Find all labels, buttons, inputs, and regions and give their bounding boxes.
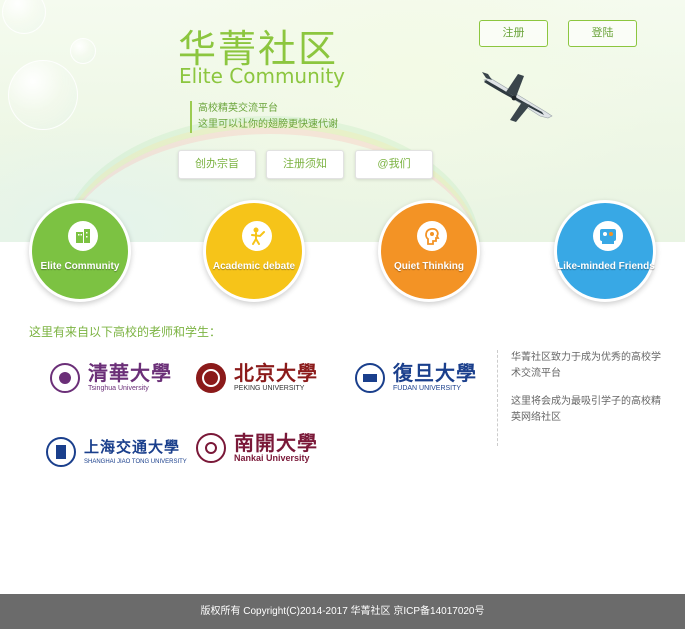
side-text-line: 这里将会成为最吸引学子的高校精英网络社区 [511, 396, 661, 423]
register-button[interactable]: 注册 [479, 20, 548, 47]
bubble-decoration [70, 38, 96, 64]
school-name-en: PEKING UNIVERSITY [234, 385, 305, 392]
school-name-cn: 上海交通大學 [84, 438, 181, 456]
school-name-en: FUDAN UNIVERSITY [393, 385, 462, 392]
schools-title: 这里有来自以下高校的老师和学生： [29, 325, 222, 339]
thinking-head-icon [417, 221, 447, 251]
sjtu-seal-icon [46, 436, 76, 467]
airplane-icon [482, 72, 553, 122]
login-button[interactable]: 登陆 [568, 20, 637, 47]
feature-elite-community[interactable]: Elite Community [29, 200, 131, 302]
side-description: 华菁社区致力于成为优秀的高校学术交流平台 这里将会成为最吸引学子的高校精英网络社… [497, 350, 662, 446]
nav-button-register-notice[interactable]: 注册须知 [266, 150, 344, 179]
bubble-decoration [2, 0, 46, 34]
bubble-decoration [8, 60, 78, 130]
feature-like-minded-friends[interactable]: Like-minded Friends [554, 200, 656, 302]
footer-copyright: 版权所有 Copyright(C)2014-2017 华菁社区 京ICP备140… [0, 594, 685, 629]
school-logo-sjtu[interactable]: 上海交通大學 SHANGHAI JIAO TONG UNIVERSITY [46, 436, 187, 467]
community-building-icon [68, 221, 98, 251]
school-name-cn: 南開大學 [234, 431, 318, 455]
tagline-line: 这里可以让你的翅膀更快速代谢 [198, 119, 338, 130]
school-name-cn: 清華大學 [88, 361, 172, 385]
school-name-en: Tsinghua University [88, 385, 149, 392]
school-logo-fudan[interactable]: 復旦大學 FUDAN UNIVERSITY [355, 362, 477, 393]
school-name-en: SHANGHAI JIAO TONG UNIVERSITY [84, 459, 187, 465]
school-name-cn: 北京大學 [234, 361, 318, 385]
tsinghua-seal-icon [50, 362, 80, 393]
peking-seal-icon [196, 362, 226, 393]
feature-label: Quiet Thinking [394, 261, 464, 272]
nav-button-contact[interactable]: @我们 [355, 150, 433, 179]
school-name-cn: 復旦大學 [393, 361, 477, 385]
feature-label: Like-minded Friends [557, 261, 655, 272]
school-logo-nankai[interactable]: 南開大學 Nankai University [196, 432, 318, 463]
feature-academic-debate[interactable]: Academic debate [203, 200, 305, 302]
feature-label: Academic debate [212, 261, 296, 272]
friends-group-icon [593, 221, 623, 251]
fudan-seal-icon [355, 362, 385, 393]
feature-quiet-thinking[interactable]: Quiet Thinking [378, 200, 480, 302]
school-logo-tsinghua[interactable]: 清華大學 Tsinghua University [50, 362, 172, 393]
tagline-line: 高校精英交流平台 [198, 103, 278, 114]
tagline: 高校精英交流平台 这里可以让你的翅膀更快速代谢 [190, 101, 338, 133]
feature-label: Elite Community [40, 261, 120, 272]
brand-title-en: Elite Community [179, 64, 346, 88]
nav-button-mission[interactable]: 创办宗旨 [178, 150, 256, 179]
debate-person-icon [242, 221, 272, 251]
school-name-en: Nankai University [234, 453, 310, 463]
school-logo-peking[interactable]: 北京大學 PEKING UNIVERSITY [196, 362, 318, 393]
nankai-seal-icon [196, 432, 226, 463]
side-text-line: 华菁社区致力于成为优秀的高校学术交流平台 [511, 352, 661, 379]
